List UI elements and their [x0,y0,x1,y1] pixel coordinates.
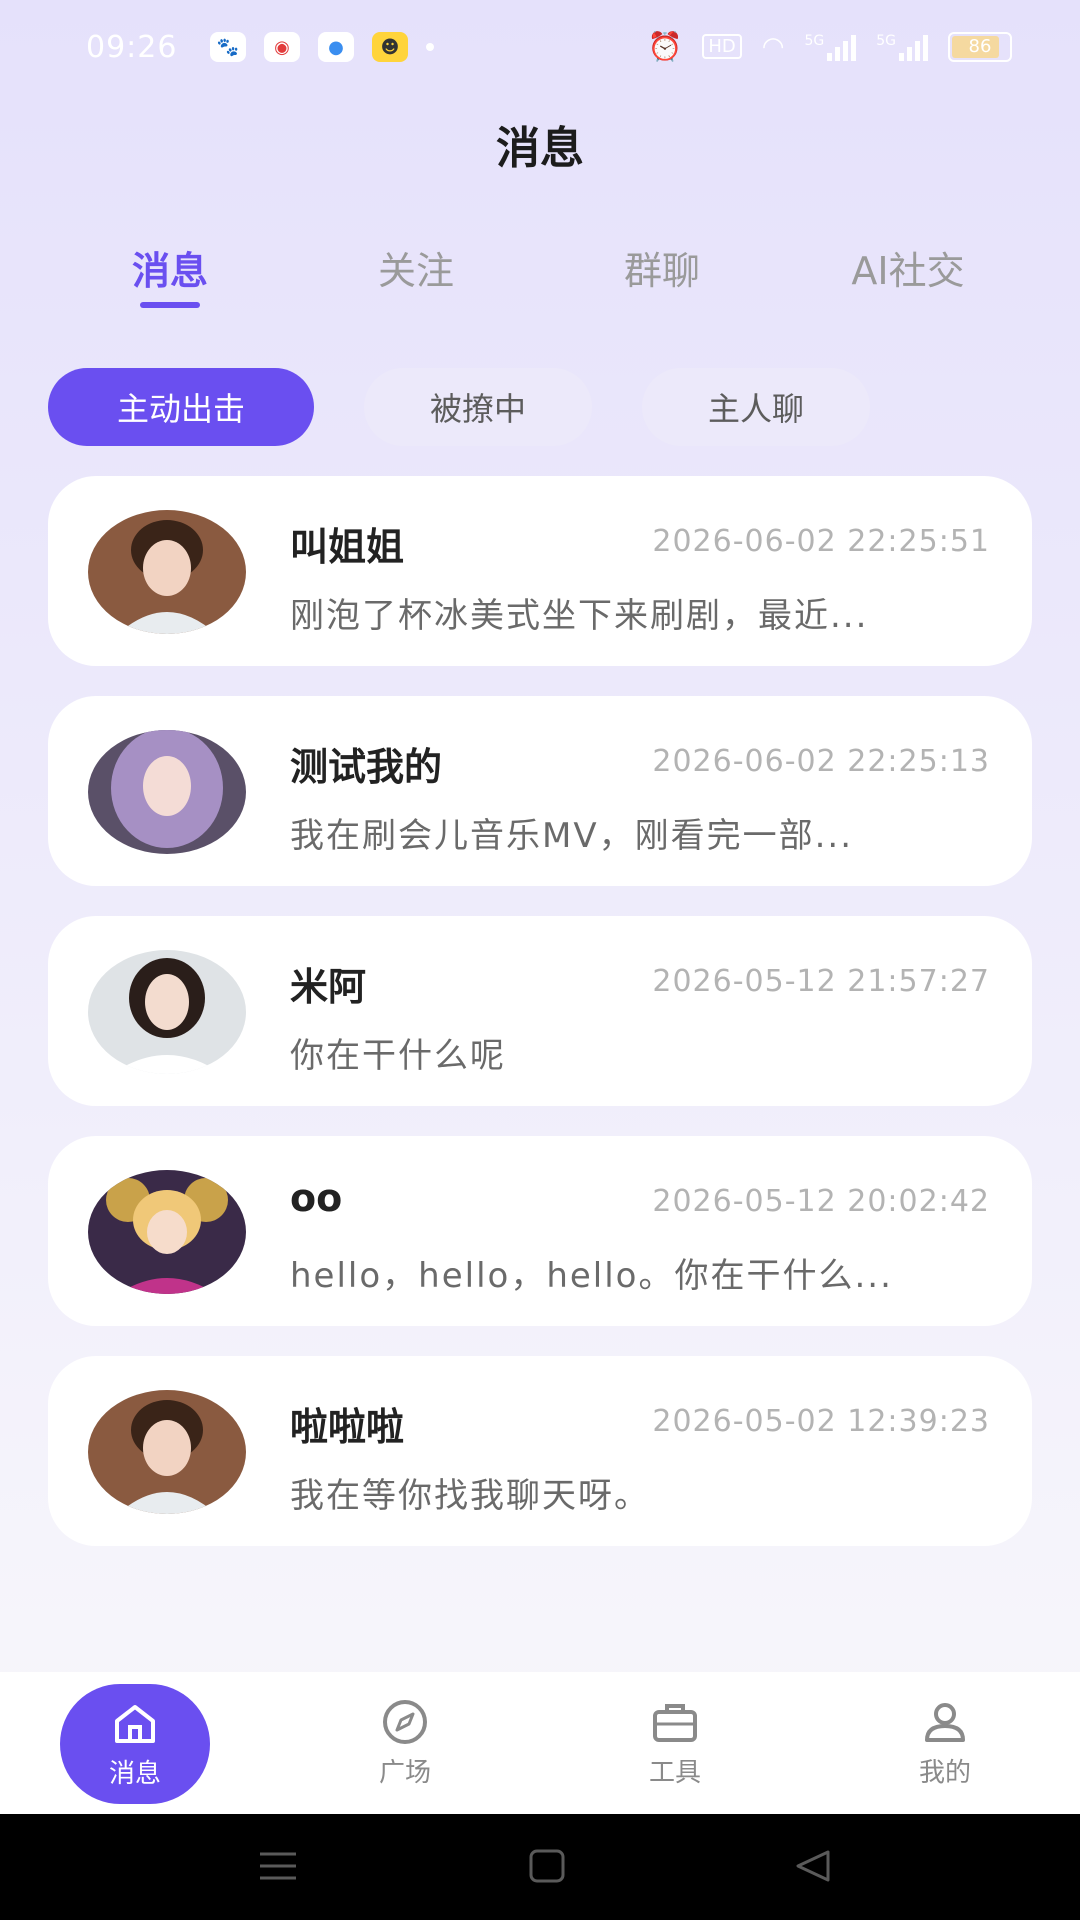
notification-icons: 🐾 ◉ ● ☻ [210,32,434,62]
list-item[interactable]: 米阿 2026-05-12 21:57:27 你在干什么呢 [48,916,1032,1106]
user-icon [925,1702,965,1742]
contact-name: 叫姐姐 [290,525,405,569]
filter-proactive[interactable]: 主动出击 [48,368,314,446]
list-item[interactable]: 啦啦啦 2026-05-02 12:39:23 我在等你找我聊天呀。 [48,1356,1032,1546]
list-item[interactable]: oo 2026-05-12 20:02:42 hello，hello，hello… [48,1136,1032,1326]
nav-square[interactable]: 广场 [330,1672,480,1814]
nav-messages[interactable]: 消息 [60,1684,210,1804]
message-time: 2026-06-02 22:25:51 [652,524,990,559]
message-time: 2026-05-02 12:39:23 [652,1404,990,1439]
message-preview: 我在刷会儿音乐MV，刚看完一部... [290,816,854,856]
message-preview: 刚泡了杯冰美式坐下来刷剧，最近... [290,596,869,636]
message-time: 2026-05-12 21:57:27 [652,964,990,999]
tab-ai-social[interactable]: AI社交 [808,240,1008,295]
sphere-icon: ● [318,32,354,62]
tab-group-chat[interactable]: 群聊 [562,240,762,295]
signal-1-icon: 5G [804,33,857,61]
nav-tools[interactable]: 工具 [600,1672,750,1814]
contact-name: oo [290,1176,343,1220]
nav-label: 我的 [918,1757,971,1788]
tab-following[interactable]: 关注 [316,240,516,295]
message-time: 2026-05-12 20:02:42 [652,1184,990,1219]
message-preview: 你在干什么呢 [290,1036,506,1076]
avatar [88,1390,246,1514]
alarm-icon: ⏰ [647,30,683,63]
status-right: ⏰ HD ◠ 5G 5G 86 [647,30,1012,63]
status-time: 09:26 [86,30,178,65]
hd-label: HD [702,34,742,59]
page-title: 消息 [496,123,584,174]
home-button-icon[interactable] [528,1848,566,1884]
browser-icon: ◉ [264,32,300,62]
list-item[interactable]: 叫姐姐 2026-06-02 22:25:51 刚泡了杯冰美式坐下来刷剧，最近.… [48,476,1032,666]
main-tabs: 消息 关注 群聊 AI社交 [0,240,1080,320]
filter-being-flirted[interactable]: 被撩中 [364,368,592,446]
game-icon: ☻ [372,32,408,62]
message-list: 叫姐姐 2026-06-02 22:25:51 刚泡了杯冰美式坐下来刷剧，最近.… [48,476,1032,1576]
message-preview: hello，hello，hello。你在干什么... [290,1256,893,1296]
baidu-icon: 🐾 [210,32,246,62]
battery-level: 86 [968,36,992,57]
avatar [88,1170,246,1294]
status-bar: 09:26 🐾 ◉ ● ☻ ⏰ HD ◠ 5G 5G 86 [0,0,1080,100]
message-preview: 我在等你找我聊天呀。 [290,1476,650,1516]
bottom-nav: 消息 广场 工具 我的 [0,1672,1080,1814]
contact-name: 米阿 [290,965,367,1009]
list-item[interactable]: 测试我的 2026-06-02 22:25:13 我在刷会儿音乐MV，刚看完一部… [48,696,1032,886]
avatar [88,510,246,634]
filter-owner-chat[interactable]: 主人聊 [642,368,870,446]
signal-2-icon: 5G [876,33,928,61]
system-nav-bar [0,1814,1080,1920]
contact-name: 啦啦啦 [290,1405,405,1449]
back-icon[interactable] [794,1848,832,1884]
battery-icon: 86 [948,31,1012,62]
nav-label: 工具 [648,1757,701,1788]
toolbox-icon [653,1703,697,1742]
nav-label: 广场 [378,1757,431,1788]
nav-profile[interactable]: 我的 [870,1672,1020,1814]
avatar [88,950,246,1074]
contact-name: 测试我的 [290,745,443,789]
wifi-icon: ◠ [761,31,785,62]
menu-icon[interactable] [258,1848,298,1884]
tab-messages[interactable]: 消息 [70,240,270,295]
more-notifications-dot [426,43,434,51]
nav-label: 消息 [108,1758,161,1789]
avatar [88,730,246,854]
home-icon [115,1704,155,1743]
message-time: 2026-06-02 22:25:13 [652,744,990,779]
tab-active-indicator [140,302,200,308]
compass-icon [383,1699,427,1744]
